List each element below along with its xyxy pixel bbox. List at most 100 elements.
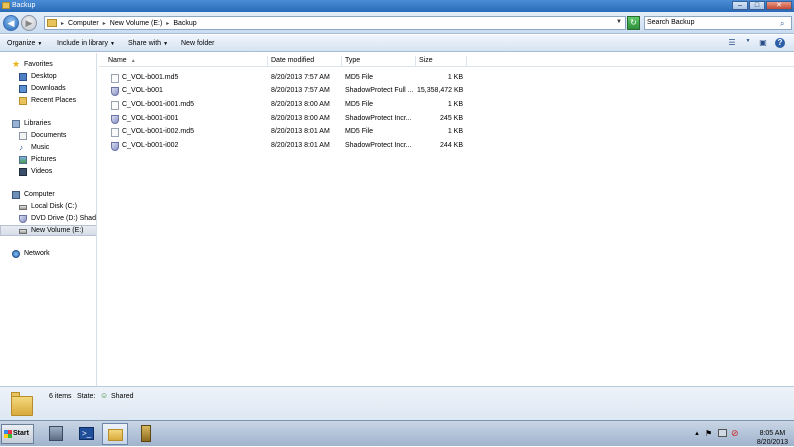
nav-music[interactable]: ♪ Music [0,143,96,153]
chevron-right-icon[interactable]: ▸ [103,20,106,27]
column-headers: Name ▲ Date modified Type Size [99,53,794,67]
column-name[interactable]: Name ▲ [99,56,268,66]
chevron-down-icon: ▼ [109,41,115,47]
chevron-down-icon[interactable]: ▼ [616,19,622,25]
breadcrumb-computer[interactable]: Computer [68,20,99,27]
back-button[interactable]: ◀ [3,15,19,31]
column-date[interactable]: Date modified [268,56,342,66]
file-row[interactable]: C_VOL-b001-i001 8/20/2013 8:00 AM Shadow… [99,112,794,125]
recent-places-icon [19,97,27,105]
file-type: MD5 File [345,74,374,81]
nav-recent-places[interactable]: Recent Places [0,96,96,106]
desktop-icon [19,73,27,81]
shadowprotect-icon [111,142,119,151]
file-name: C_VOL-b001 [122,87,163,94]
file-date: 8/20/2013 8:01 AM [271,128,330,135]
libraries-icon [12,120,20,128]
column-type[interactable]: Type [342,56,416,66]
taskbar-shadowprotect[interactable] [134,423,160,445]
nav-downloads[interactable]: Downloads [0,84,96,94]
start-button[interactable]: Start [1,424,34,444]
chevron-down-icon: ▼ [37,41,43,47]
nav-downloads-label: Downloads [31,85,66,92]
refresh-button[interactable]: ↻ [627,16,640,30]
star-icon: ★ [12,60,21,69]
md5-file-icon [111,101,119,110]
taskbar-powershell[interactable]: >_ [74,423,100,445]
minimize-button[interactable]: – [732,1,748,10]
system-tray: ▲ ⚑ ⊘ 8:05 AM 8/20/2013 [692,425,792,446]
share-with-menu[interactable]: Share with ▼ [128,39,168,49]
start-label: Start [13,430,29,437]
nav-videos[interactable]: Videos [0,167,96,177]
nav-dvd-drive[interactable]: DVD Drive (D:) Shadov [0,214,96,224]
volume-muted-icon[interactable]: ⊘ [731,428,739,439]
help-icon[interactable]: ? [775,38,785,48]
taskbar-server-manager[interactable] [44,423,70,445]
breadcrumb-new-volume[interactable]: New Volume (E:) [110,20,163,27]
file-size: 1 KB [447,101,463,108]
chevron-down-icon[interactable]: ▼ [742,38,754,49]
file-date: 8/20/2013 7:57 AM [271,74,330,81]
column-size[interactable]: Size [416,56,467,66]
nav-pictures[interactable]: Pictures [0,155,96,165]
file-row[interactable]: C_VOL-b001-i002.md5 8/20/2013 8:01 AM MD… [99,125,794,138]
file-row[interactable]: C_VOL-b001-i001.md5 8/20/2013 8:00 AM MD… [99,98,794,111]
windows-flag-icon [4,430,12,438]
view-options-icon[interactable]: ☰ [726,38,738,49]
file-row[interactable]: C_VOL-b001.md5 8/20/2013 7:57 AM MD5 Fil… [99,71,794,84]
nav-local-disk[interactable]: Local Disk (C:) [0,202,96,212]
address-bar[interactable]: ▸ Computer ▸ New Volume (E:) ▸ Backup ▼ [44,16,626,30]
flag-icon[interactable]: ⚑ [705,429,712,438]
nav-libraries-label: Libraries [24,120,51,127]
nav-new-volume[interactable]: New Volume (E:) [0,225,96,236]
network-tray-icon[interactable] [718,429,727,437]
clock[interactable]: 8:05 AM 8/20/2013 [757,429,788,447]
close-button[interactable]: ✕ [766,1,792,10]
powershell-icon: >_ [79,427,94,440]
documents-icon [19,132,27,140]
file-type: ShadowProtect Full ... [345,87,414,94]
nav-pictures-label: Pictures [31,156,57,163]
file-name: C_VOL-b001.md5 [122,74,179,81]
new-folder-button[interactable]: New folder [181,39,214,48]
taskbar: Start >_ ▲ ⚑ ⊘ 8:05 AM 8/20/2013 [0,420,794,446]
chevron-right-icon[interactable]: ▸ [166,20,169,27]
chevron-up-icon[interactable]: ▲ [694,431,700,437]
server-manager-icon [49,426,63,441]
breadcrumb-backup[interactable]: Backup [173,20,196,27]
command-bar: Organize ▼ Include in library ▼ Share with… [0,35,794,52]
file-row[interactable]: C_VOL-b001 8/20/2013 7:57 AM ShadowProte… [99,84,794,97]
sort-up-icon: ▲ [130,58,136,64]
nav-local-disk-label: Local Disk (C:) [31,203,77,210]
new-folder-label: New folder [181,40,215,47]
downloads-icon [19,85,27,93]
clock-time: 8:05 AM [759,430,786,437]
taskbar-explorer[interactable] [102,423,128,445]
search-input[interactable]: Search Backup ⌕ [644,16,792,30]
search-icon[interactable]: ⌕ [780,18,789,28]
file-row[interactable]: C_VOL-b001-i002 8/20/2013 8:01 AM Shadow… [99,139,794,152]
file-size: 1 KB [447,74,463,81]
shadowprotect-icon [19,215,27,223]
nav-music-label: Music [31,144,50,151]
organize-menu[interactable]: Organize ▼ [7,39,42,49]
nav-computer[interactable]: Computer [0,190,96,200]
md5-file-icon [111,74,119,83]
nav-favorites[interactable]: ★ Favorites [0,60,96,70]
nav-desktop-label: Desktop [31,73,57,80]
state-value: Shared [111,393,134,400]
folder-icon [2,2,10,9]
file-name: C_VOL-b001-i002.md5 [122,128,194,135]
include-in-library-menu[interactable]: Include in library ▼ [57,39,115,49]
maximize-button[interactable]: □ [749,1,765,10]
nav-desktop[interactable]: Desktop [0,72,96,82]
preview-pane-icon[interactable]: ▣ [757,38,769,49]
file-size: 15,358,472 KB [417,87,463,94]
nav-network[interactable]: Network [0,249,96,259]
nav-documents[interactable]: Documents [0,131,96,141]
nav-libraries[interactable]: Libraries [0,119,96,129]
column-size-label: Size [419,57,433,64]
file-size: 244 KB [440,142,463,149]
forward-button[interactable]: ▶ [21,15,37,31]
